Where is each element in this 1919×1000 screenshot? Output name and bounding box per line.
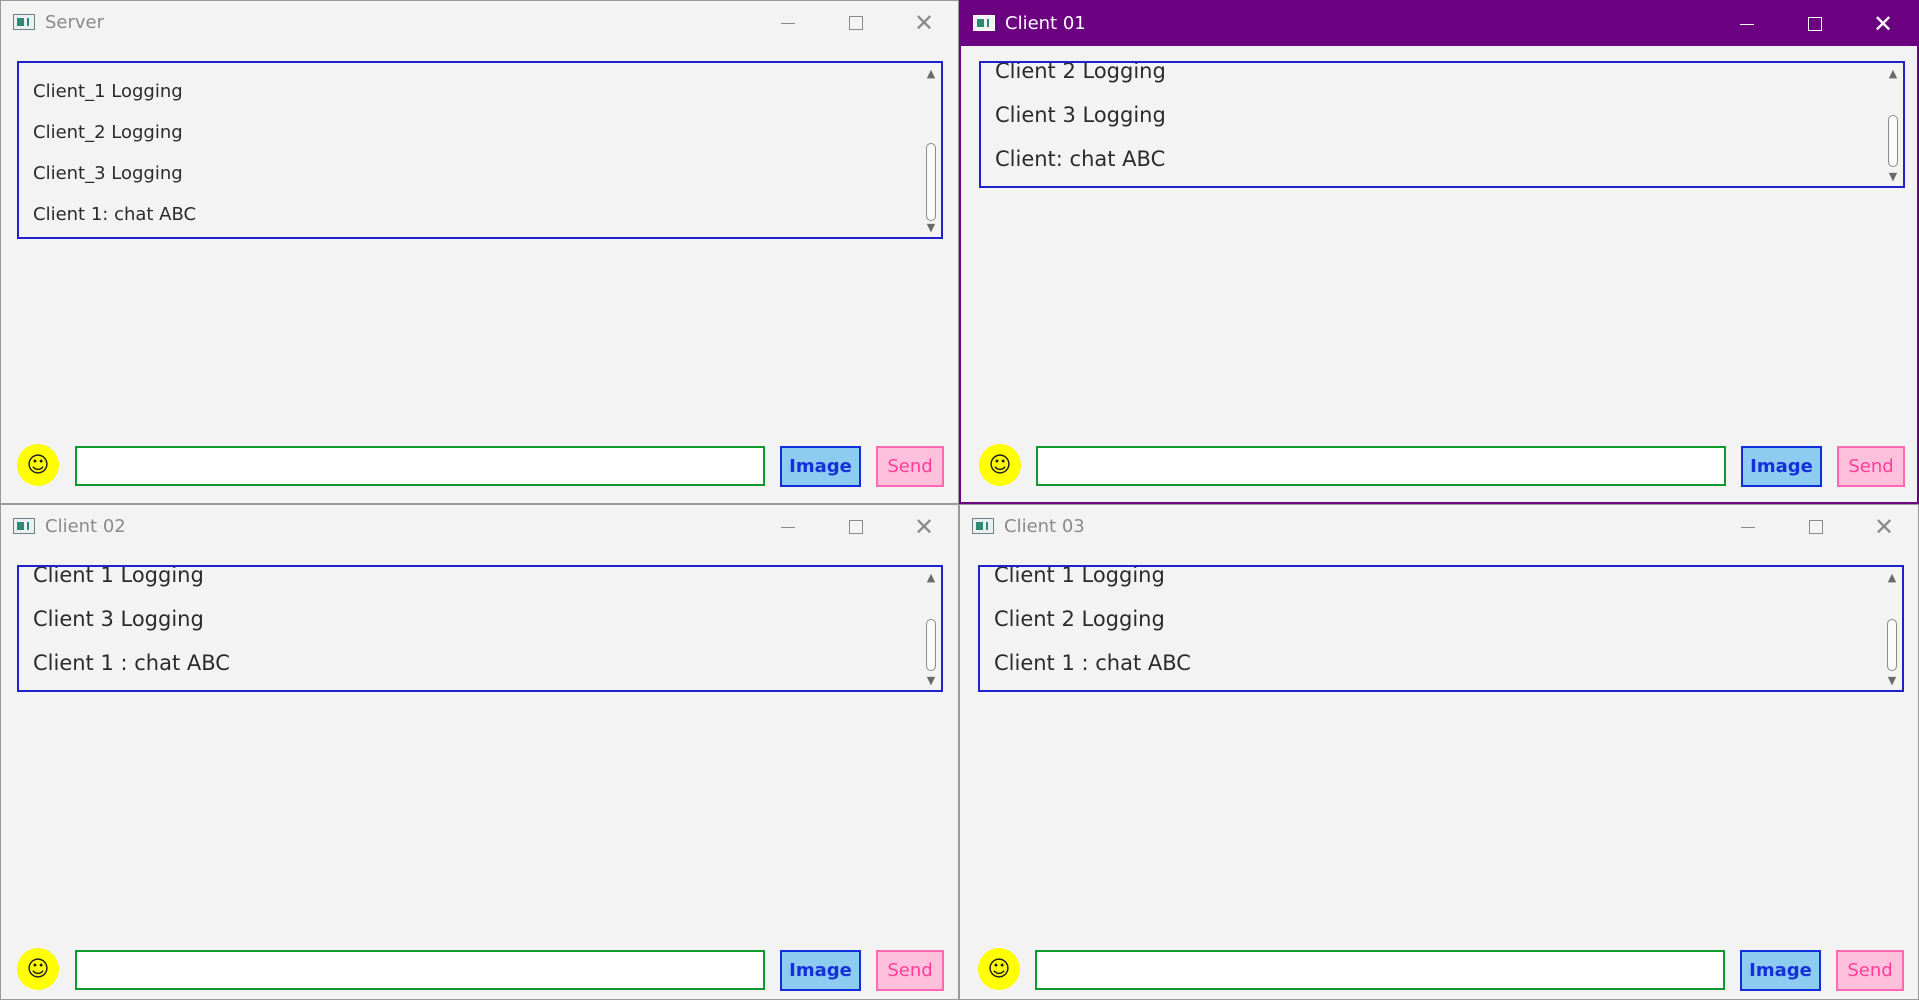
list-item[interactable]: Client_1 Logging xyxy=(33,71,917,112)
vertical-scrollbar[interactable]: ▲ ▼ xyxy=(921,567,941,690)
minimize-icon[interactable] xyxy=(1713,2,1781,46)
minimize-icon[interactable] xyxy=(754,505,822,549)
scroll-down-arrow-icon[interactable]: ▼ xyxy=(1882,672,1902,688)
scroll-down-arrow-icon[interactable]: ▼ xyxy=(1883,168,1903,184)
close-icon[interactable]: ✕ xyxy=(890,505,958,549)
window-title: Client 03 xyxy=(1004,516,1085,537)
message-input[interactable] xyxy=(1036,446,1726,486)
maximize-icon[interactable] xyxy=(1782,505,1850,549)
window-title: Server xyxy=(45,12,105,33)
client-01-window: Client 01 ✕ Client 2 Logging Client 3 Lo… xyxy=(959,0,1919,504)
send-button[interactable]: Send xyxy=(876,446,944,487)
list-item[interactable]: Client: chat ABC xyxy=(995,137,1879,181)
image-button[interactable]: Image xyxy=(780,950,861,991)
image-button[interactable]: Image xyxy=(1741,446,1822,487)
list-item[interactable]: Client 2 Logging xyxy=(995,63,1879,93)
list-item[interactable]: Client 1 Logging xyxy=(33,567,917,597)
emoji-button[interactable]: ☺ xyxy=(17,444,59,486)
window-title: Client 01 xyxy=(1005,13,1086,34)
title-bar[interactable]: Client 01 ✕ xyxy=(961,2,1917,46)
message-list[interactable]: Client_1 Logging Client_2 Logging Client… xyxy=(17,61,943,239)
list-item[interactable]: Client 2 Logging xyxy=(994,597,1878,641)
emoji-button[interactable]: ☺ xyxy=(978,948,1020,990)
list-item[interactable]: Client 3 Logging xyxy=(995,93,1879,137)
send-button[interactable]: Send xyxy=(1837,446,1905,487)
list-item[interactable]: Client_3 Logging xyxy=(33,153,917,194)
smiley-icon: ☺ xyxy=(988,452,1012,478)
window-title: Client 02 xyxy=(45,516,126,537)
close-icon[interactable]: ✕ xyxy=(890,1,958,45)
smiley-icon: ☺ xyxy=(987,956,1011,982)
message-input[interactable] xyxy=(1035,950,1725,990)
smiley-icon: ☺ xyxy=(26,452,50,478)
app-window-icon xyxy=(972,518,994,534)
close-icon[interactable]: ✕ xyxy=(1850,505,1918,549)
scrollbar-thumb[interactable] xyxy=(1888,115,1898,167)
list-item[interactable]: Client 1 : chat ABC xyxy=(33,641,917,685)
vertical-scrollbar[interactable]: ▲ ▼ xyxy=(921,63,941,237)
emoji-button[interactable]: ☺ xyxy=(979,444,1021,486)
app-window-icon xyxy=(13,518,35,534)
scroll-up-arrow-icon[interactable]: ▲ xyxy=(1883,65,1903,81)
vertical-scrollbar[interactable]: ▲ ▼ xyxy=(1882,567,1902,690)
list-item[interactable]: Client 1 Logging xyxy=(994,567,1878,597)
list-item[interactable]: Client_2 Logging xyxy=(33,112,917,153)
maximize-icon[interactable] xyxy=(1781,2,1849,46)
message-input[interactable] xyxy=(75,950,765,990)
scroll-up-arrow-icon[interactable]: ▲ xyxy=(1882,569,1902,585)
maximize-icon[interactable] xyxy=(822,505,890,549)
title-bar[interactable]: Server ✕ xyxy=(1,1,958,45)
title-bar[interactable]: Client 02 ✕ xyxy=(1,505,958,549)
send-button[interactable]: Send xyxy=(1836,950,1904,991)
message-list[interactable]: Client 1 Logging Client 2 Logging Client… xyxy=(978,565,1904,692)
maximize-icon[interactable] xyxy=(822,1,890,45)
image-button[interactable]: Image xyxy=(780,446,861,487)
scrollbar-thumb[interactable] xyxy=(1887,619,1897,671)
app-window-icon xyxy=(973,15,995,31)
emoji-button[interactable]: ☺ xyxy=(17,948,59,990)
message-list[interactable]: Client 2 Logging Client 3 Logging Client… xyxy=(979,61,1905,188)
server-window: Server ✕ Client_1 Logging Client_2 Loggi… xyxy=(0,0,959,504)
client-02-window: Client 02 ✕ Client 1 Logging Client 3 Lo… xyxy=(0,504,959,1000)
send-button[interactable]: Send xyxy=(876,950,944,991)
smiley-icon: ☺ xyxy=(26,956,50,982)
list-item[interactable]: Client 3 Logging xyxy=(33,597,917,641)
message-list[interactable]: Client 1 Logging Client 3 Logging Client… xyxy=(17,565,943,692)
scroll-down-arrow-icon[interactable]: ▼ xyxy=(921,672,941,688)
app-window-icon xyxy=(13,14,35,30)
close-icon[interactable]: ✕ xyxy=(1849,2,1917,46)
scroll-down-arrow-icon[interactable]: ▼ xyxy=(921,219,941,235)
minimize-icon[interactable] xyxy=(754,1,822,45)
scroll-up-arrow-icon[interactable]: ▲ xyxy=(921,569,941,585)
minimize-icon[interactable] xyxy=(1714,505,1782,549)
scroll-up-arrow-icon[interactable]: ▲ xyxy=(921,65,941,81)
image-button[interactable]: Image xyxy=(1740,950,1821,991)
vertical-scrollbar[interactable]: ▲ ▼ xyxy=(1883,63,1903,186)
scrollbar-thumb[interactable] xyxy=(926,143,936,221)
message-input[interactable] xyxy=(75,446,765,486)
list-item[interactable]: Client 1 : chat ABC xyxy=(994,641,1878,685)
scrollbar-thumb[interactable] xyxy=(926,619,936,671)
client-03-window: Client 03 ✕ Client 1 Logging Client 2 Lo… xyxy=(959,504,1919,1000)
title-bar[interactable]: Client 03 ✕ xyxy=(960,505,1918,549)
list-item[interactable]: Client 1: chat ABC xyxy=(33,194,917,235)
